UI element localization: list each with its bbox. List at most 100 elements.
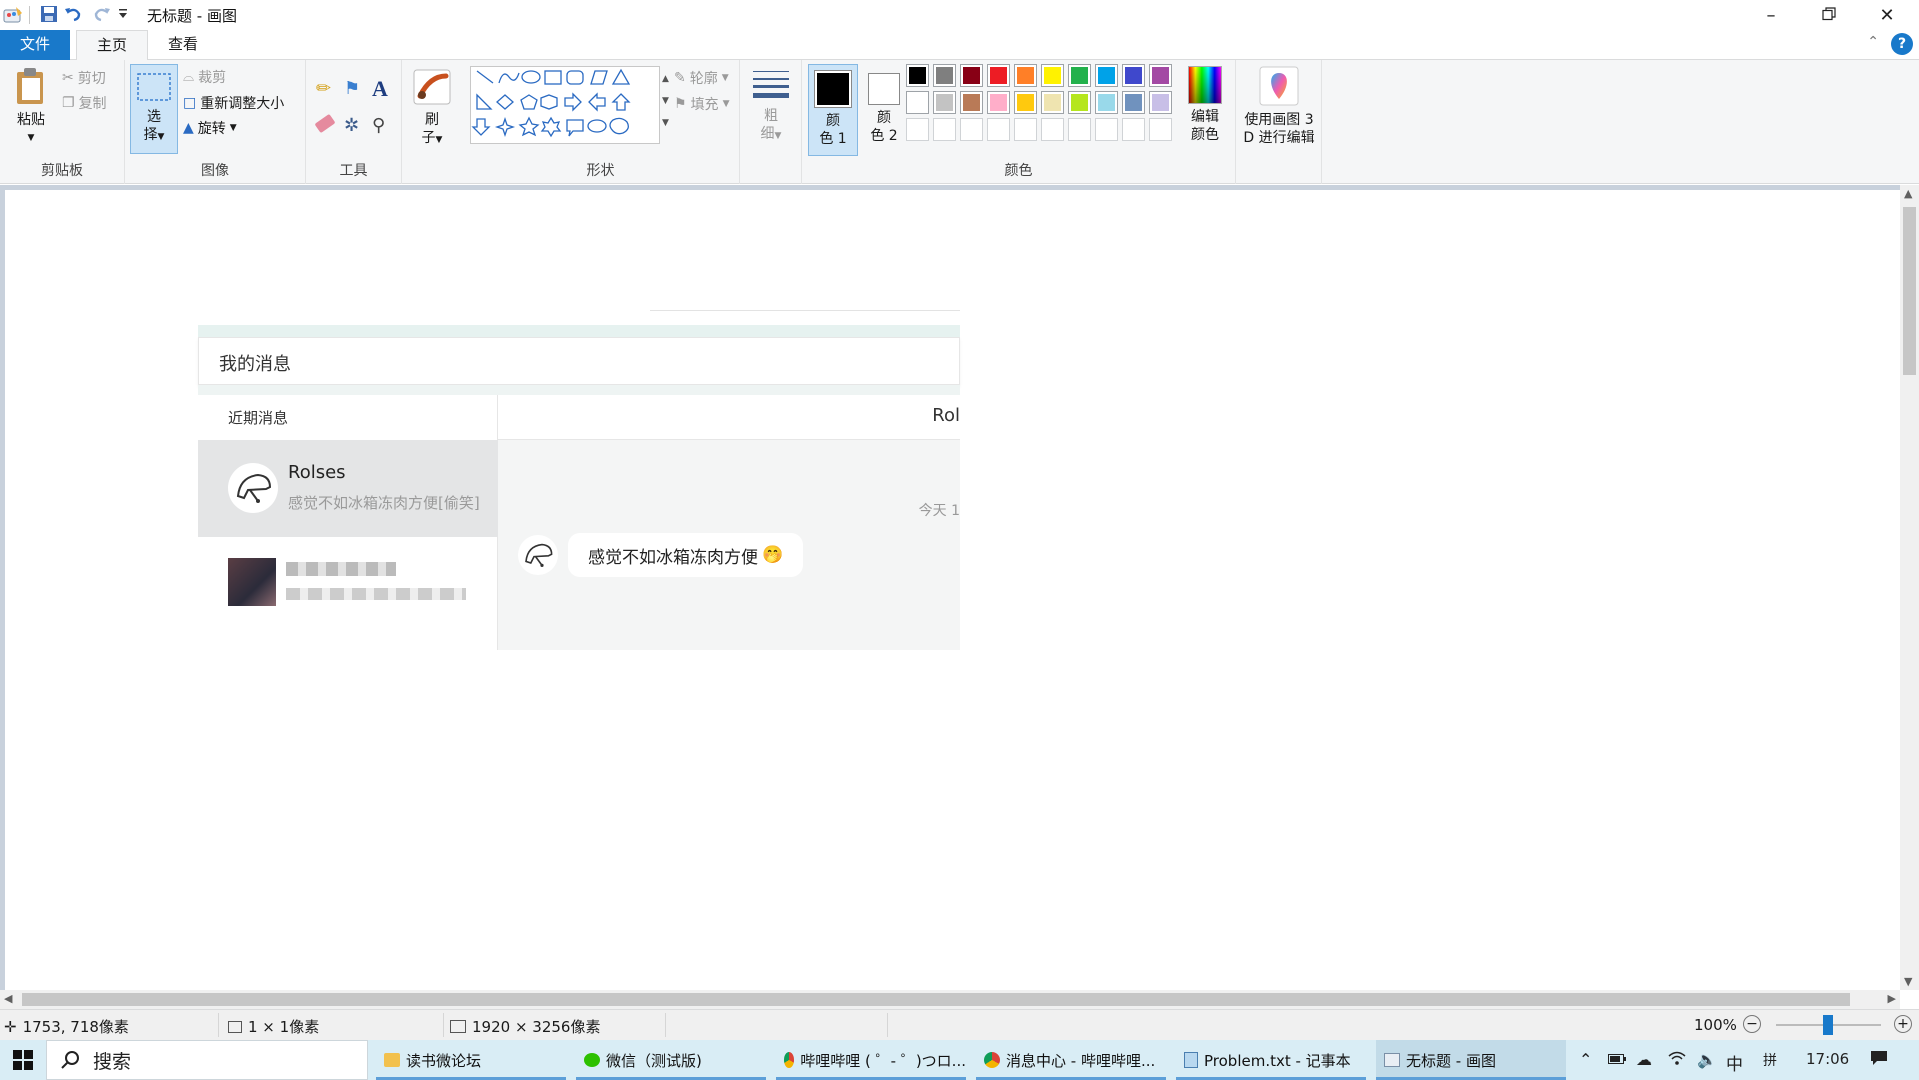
shapes-gallery[interactable]: [470, 66, 660, 144]
rotate-button[interactable]: ▲ 旋转 ▼: [183, 118, 237, 138]
drawing-canvas[interactable]: 我的消息 近期消息 Rolses 感觉不如冰箱冻肉方便[偷笑] Rol 今天 1…: [5, 190, 1900, 990]
edit-with-paint3d-button[interactable]: 使用画图 3 D 进行编辑: [1238, 66, 1320, 147]
customize-quick-access-icon[interactable]: [117, 7, 129, 25]
scroll-up-icon[interactable]: ▲: [1904, 187, 1912, 200]
palette-swatch[interactable]: [1041, 91, 1064, 114]
tab-view[interactable]: 查看: [148, 30, 218, 60]
task-wechat[interactable]: 微信（测试版): [576, 1040, 766, 1080]
palette-swatch[interactable]: [1068, 91, 1091, 114]
palette-swatch[interactable]: [1041, 64, 1064, 87]
start-button[interactable]: [0, 1040, 46, 1080]
volume-icon[interactable]: 🔈: [1697, 1050, 1717, 1069]
text-tool[interactable]: A: [372, 76, 388, 102]
taskbar-search[interactable]: 搜索: [46, 1040, 368, 1080]
palette-swatch[interactable]: [960, 118, 983, 141]
palette-swatch[interactable]: [1149, 118, 1172, 141]
palette-swatch[interactable]: [1095, 118, 1118, 141]
palette-swatch[interactable]: [987, 64, 1010, 87]
fill-tool[interactable]: ⚑: [344, 78, 360, 99]
zoom-in-button[interactable]: +: [1894, 1015, 1912, 1033]
resize-button[interactable]: □ 重新调整大小: [183, 93, 284, 113]
undo-icon[interactable]: [63, 4, 83, 28]
palette-swatch-color: [1098, 67, 1115, 84]
palette-swatch[interactable]: [960, 64, 983, 87]
color2-button[interactable]: 颜 色 2: [862, 66, 906, 145]
clock[interactable]: 17:06: [1806, 1050, 1849, 1068]
collapse-ribbon-icon[interactable]: ⌃: [1867, 34, 1879, 50]
palette-swatch[interactable]: [1068, 118, 1091, 141]
contact-preview: 感觉不如冰箱冻肉方便[偷笑]: [288, 494, 480, 512]
task-notepad[interactable]: Problem.txt - 记事本: [1176, 1040, 1366, 1080]
pencil-tool[interactable]: ✏: [316, 78, 331, 99]
zoom-out-button[interactable]: −: [1743, 1015, 1761, 1033]
palette-swatch[interactable]: [1122, 91, 1145, 114]
show-hidden-icons[interactable]: ⌃: [1579, 1050, 1592, 1069]
minimize-button[interactable]: –: [1742, 0, 1800, 30]
tab-file[interactable]: 文件: [0, 30, 70, 60]
paste-button[interactable]: 粘贴 ▼: [8, 66, 54, 147]
restore-button[interactable]: [1800, 0, 1858, 30]
ime-mode[interactable]: 拼: [1763, 1050, 1777, 1070]
eraser-tool[interactable]: [314, 113, 336, 134]
palette-swatch[interactable]: [906, 118, 929, 141]
scroll-down-icon[interactable]: ▼: [1904, 975, 1912, 988]
close-button[interactable]: ✕: [1858, 0, 1916, 30]
save-icon[interactable]: [39, 4, 59, 28]
crop-button[interactable]: ⌓ 裁剪: [183, 67, 226, 87]
palette-swatch[interactable]: [1122, 118, 1145, 141]
fill-button[interactable]: ⚑ 填充 ▼: [664, 94, 729, 114]
palette-swatch[interactable]: [1095, 91, 1118, 114]
palette-swatch[interactable]: [1014, 64, 1037, 87]
palette-swatch[interactable]: [1122, 64, 1145, 87]
palette-swatch[interactable]: [933, 118, 956, 141]
palette-swatch[interactable]: [987, 91, 1010, 114]
task-paint[interactable]: 无标题 - 画图: [1376, 1040, 1566, 1080]
copy-button[interactable]: ❐ 复制: [62, 93, 107, 113]
ime-language[interactable]: 中: [1726, 1050, 1743, 1075]
task-reading-forum[interactable]: 读书微论坛: [376, 1040, 566, 1080]
color1-button[interactable]: 颜 色 1: [808, 64, 858, 156]
vertical-scroll-thumb[interactable]: [1903, 207, 1916, 375]
palette-swatch[interactable]: [906, 91, 929, 114]
redo-icon[interactable]: [92, 4, 112, 28]
size-button[interactable]: 粗 细▼: [748, 68, 794, 145]
palette-swatch[interactable]: [1068, 64, 1091, 87]
outline-button[interactable]: ✎ 轮廓 ▼: [664, 68, 729, 88]
brushes-button[interactable]: 刷 子▼: [410, 68, 454, 149]
palette-swatch[interactable]: [933, 64, 956, 87]
edit-colors-button[interactable]: 编辑 颜色: [1180, 66, 1230, 144]
horizontal-scroll-thumb[interactable]: [22, 993, 1850, 1006]
scroll-left-icon[interactable]: ◀: [4, 992, 12, 1005]
help-icon[interactable]: ?: [1891, 33, 1913, 55]
horizontal-scrollbar[interactable]: ◀ ▶: [0, 990, 1900, 1009]
zoom-slider-thumb[interactable]: [1823, 1015, 1833, 1035]
palette-swatch-color: [1071, 121, 1088, 138]
scroll-right-icon[interactable]: ▶: [1888, 992, 1896, 1005]
palette-swatch[interactable]: [906, 64, 929, 87]
palette-swatch[interactable]: [1149, 64, 1172, 87]
task-bilibili-messages[interactable]: 消息中心 - 哔哩哔哩...: [976, 1040, 1166, 1080]
cut-button[interactable]: ✂ 剪切: [62, 68, 106, 88]
notification-icon[interactable]: [1870, 1050, 1888, 1070]
palette-swatch[interactable]: [1149, 91, 1172, 114]
palette-swatch[interactable]: [1014, 91, 1037, 114]
paint-app-icon[interactable]: [2, 4, 24, 30]
zoom-slider[interactable]: [1776, 1015, 1881, 1035]
select-button[interactable]: 选 择▼: [130, 64, 178, 154]
vertical-scrollbar[interactable]: ▲ ▼: [1900, 185, 1919, 990]
color-picker-tool[interactable]: ✲: [344, 115, 359, 136]
battery-icon[interactable]: [1608, 1050, 1626, 1069]
palette-swatch[interactable]: [1095, 64, 1118, 87]
palette-swatch[interactable]: [960, 91, 983, 114]
palette-swatch[interactable]: [1014, 118, 1037, 141]
palette-swatch[interactable]: [933, 91, 956, 114]
onedrive-icon[interactable]: ☁: [1636, 1050, 1652, 1069]
network-icon[interactable]: [1668, 1050, 1686, 1070]
magnifier-tool[interactable]: ⚲: [372, 115, 385, 136]
palette-swatch[interactable]: [1041, 118, 1064, 141]
task-bilibili[interactable]: 哔哩哔哩 ( ゜- ゜)つロ...: [776, 1040, 966, 1080]
palette-swatch[interactable]: [987, 118, 1010, 141]
color1-label-2: 色 1: [819, 131, 847, 147]
tab-home[interactable]: 主页: [76, 30, 149, 61]
pasted-teal-band: [198, 325, 960, 337]
